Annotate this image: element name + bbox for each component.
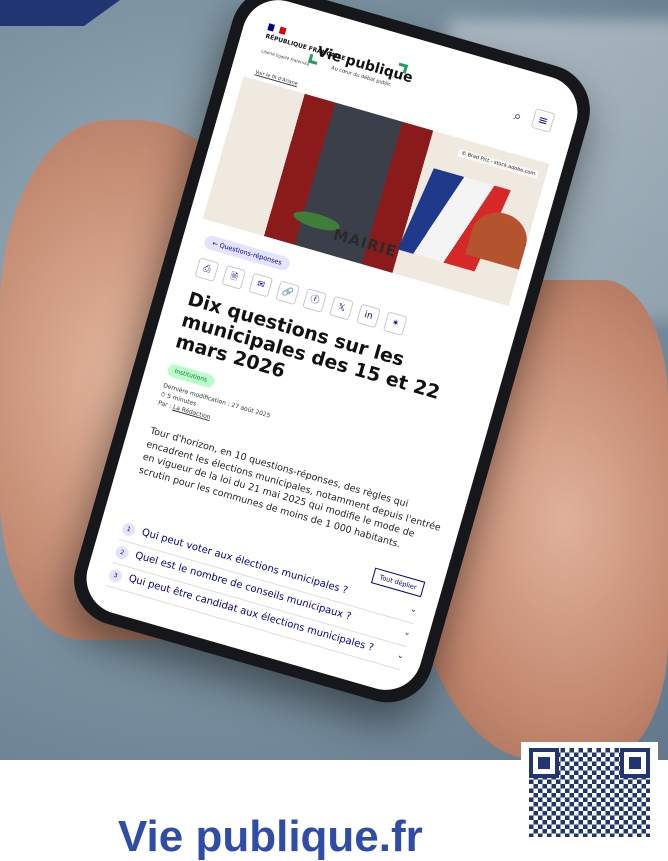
chevron-down-icon: ⌄ [396, 650, 406, 661]
question-number: 1 [120, 521, 137, 538]
search-icon[interactable]: ⌕ [512, 109, 523, 125]
qr-finder-pattern [620, 748, 650, 778]
bottom-site-title: Vie publique.fr [118, 812, 423, 861]
photo-credit: © Brad Pict - stock.adobe.com [457, 148, 539, 179]
facebook-icon[interactable]: ⓕ [302, 288, 327, 313]
menu-icon[interactable]: ≡ [530, 108, 556, 133]
link-icon[interactable]: 🔗 [275, 280, 301, 306]
qr-code[interactable] [521, 742, 658, 837]
background-photo: RÉPUBLIQUE FRANÇAISE Liberté Égalité Fra… [0, 0, 668, 760]
chevron-down-icon: ⌄ [402, 627, 412, 638]
qr-finder-pattern [529, 748, 559, 778]
republic-motto: Liberté Égalité Fraternité [260, 48, 310, 67]
print-icon[interactable]: ⎙ [194, 257, 220, 282]
question-number: 3 [107, 567, 124, 584]
email-icon[interactable]: ✉ [248, 272, 274, 298]
bluesky-icon[interactable]: ✶ [382, 311, 408, 337]
linkedin-icon[interactable]: in [356, 303, 381, 329]
question-number: 2 [114, 544, 131, 561]
pdf-icon[interactable]: 🗎 [221, 264, 247, 290]
x-icon[interactable]: 𝕏 [329, 295, 354, 321]
mairie-sign: MAIRIE [331, 225, 400, 261]
chevron-down-icon: ⌄ [409, 604, 419, 615]
